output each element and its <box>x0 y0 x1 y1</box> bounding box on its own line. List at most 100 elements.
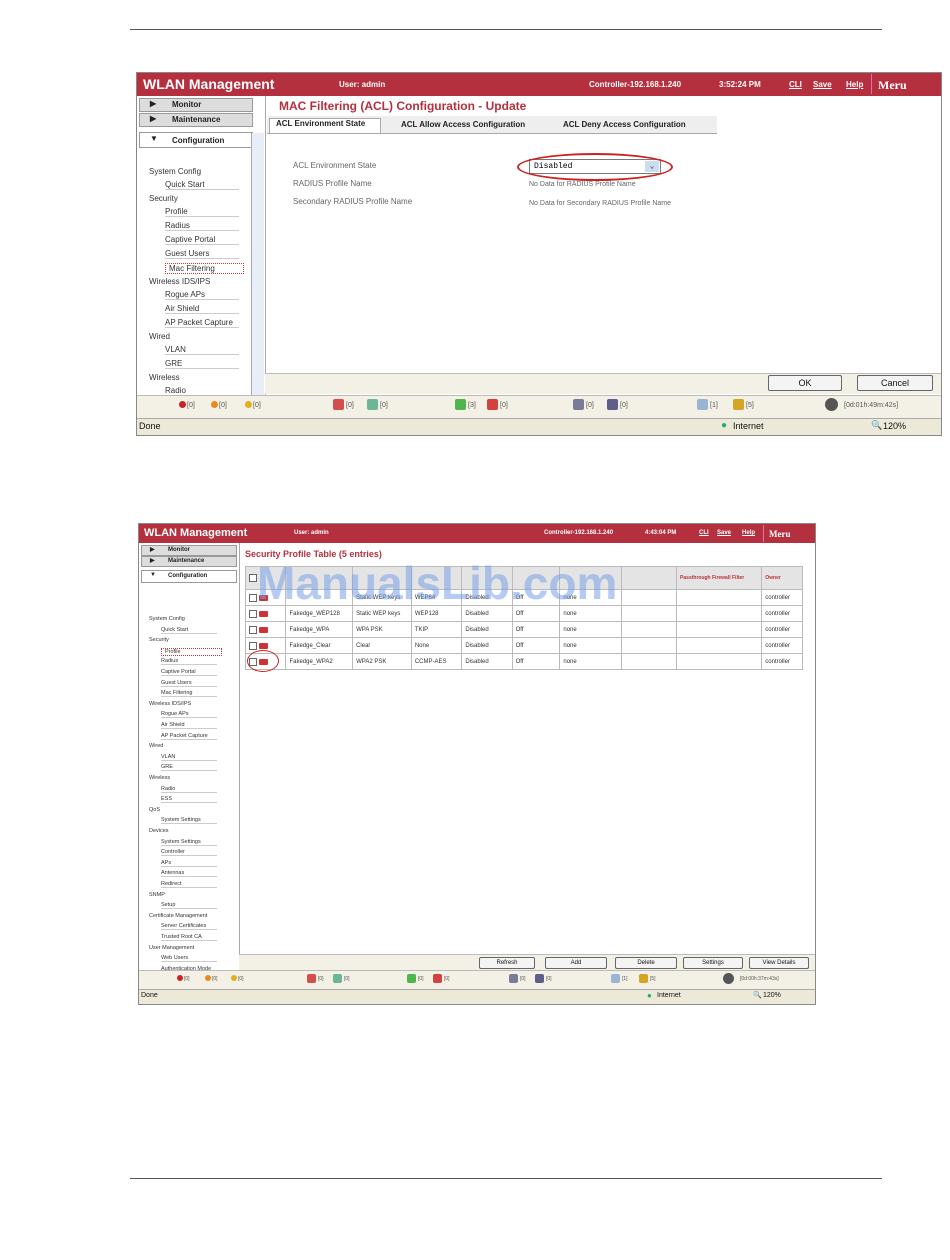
nav-group-snmp[interactable]: SNMP <box>149 892 165 898</box>
sidebar-item-vlan[interactable]: VLAN <box>165 345 239 355</box>
row-checkbox[interactable] <box>249 641 257 650</box>
tab-acl-allow[interactable]: ACL Allow Access Configuration <box>401 120 525 129</box>
profile-icon[interactable] <box>259 642 268 649</box>
nav-group-devices[interactable]: Devices <box>149 828 169 834</box>
sidebar-item-profile[interactable]: Profile <box>165 207 239 217</box>
station-icon[interactable] <box>307 974 316 983</box>
cli-link[interactable]: CLI <box>789 80 802 89</box>
sidebar-item-radius[interactable]: Radius <box>161 658 217 666</box>
nav-monitor[interactable]: ▶ Monitor <box>139 98 253 112</box>
ap-down-icon[interactable] <box>433 974 442 983</box>
nav-monitor[interactable]: ▶ Monitor <box>141 545 237 556</box>
nav-group-security[interactable]: Security <box>149 637 169 643</box>
profile-icon[interactable] <box>259 610 268 617</box>
lock-icon[interactable] <box>639 974 648 983</box>
sidebar-item-quick-start[interactable]: Quick Start <box>165 180 239 190</box>
nav-group-system-config[interactable]: System Config <box>149 616 185 622</box>
nav-group-wireless[interactable]: Wireless <box>149 775 170 781</box>
sidebar-item-controller[interactable]: Controller <box>161 849 217 857</box>
lock-icon[interactable] <box>733 399 744 410</box>
row-checkbox[interactable] <box>249 593 257 602</box>
table-row[interactable]: Fakedge_WPA2 WPA2 PSK CCMP-AES Disabled Off n… <box>244 653 803 670</box>
ok-button[interactable]: OK <box>768 375 842 391</box>
nav-group-qos[interactable]: QoS <box>149 807 160 813</box>
minor-alarm-icon[interactable] <box>231 975 237 981</box>
sidebar-item-guest-users[interactable]: Guest Users <box>161 680 217 687</box>
sidebar-item-captive-portal[interactable]: Captive Portal <box>165 235 239 245</box>
sidebar-item-air-shield[interactable]: Air Shield <box>161 722 217 729</box>
sidebar-item-aps[interactable]: APs <box>161 860 217 867</box>
nav-maintenance[interactable]: ▶ Maintenance <box>139 113 253 127</box>
column-header[interactable]: Owner <box>761 566 803 590</box>
ap-up-icon[interactable] <box>455 399 466 410</box>
sidebar-item-mac-filtering[interactable]: Mac Filtering <box>165 263 244 274</box>
refresh-button[interactable]: Refresh <box>479 957 535 969</box>
phone-icon[interactable] <box>535 974 544 983</box>
ie-zoom[interactable]: 120% <box>883 421 906 431</box>
doc-icon[interactable] <box>611 974 620 983</box>
tab-acl-environment-state[interactable]: ACL Environment State <box>269 118 381 133</box>
nav-group-wired[interactable]: Wired <box>149 743 163 749</box>
settings-button[interactable]: Settings <box>683 957 743 969</box>
view-details-button[interactable]: View Details <box>749 957 809 969</box>
sidebar-item-redirect[interactable]: Redirect <box>161 881 217 888</box>
table-row[interactable]: Fakedge_Clear Clear None Disabled Off none con… <box>244 637 803 654</box>
sidebar-item-vlan[interactable]: VLAN <box>161 754 217 761</box>
help-link[interactable]: Help <box>742 530 755 536</box>
sidebar-item-system-settings[interactable]: System Settings <box>161 817 217 825</box>
tab-acl-deny[interactable]: ACL Deny Access Configuration <box>563 120 686 129</box>
delete-button[interactable]: Delete <box>615 957 677 969</box>
controller-icon[interactable] <box>573 399 584 410</box>
critical-alarm-icon[interactable] <box>177 975 183 981</box>
sidebar-item-mac-filtering[interactable]: Mac Filtering <box>161 690 217 698</box>
nav-group-wireless-ids-ips[interactable]: Wireless IDS/IPS <box>149 277 210 286</box>
ap-up-icon[interactable] <box>407 974 416 983</box>
sidebar-item-radius[interactable]: Radius <box>165 221 239 231</box>
sidebar-item-guest-users[interactable]: Guest Users <box>165 249 239 259</box>
row-checkbox[interactable] <box>249 609 257 618</box>
sidebar-item-web-users[interactable]: Web Users <box>161 955 217 963</box>
sidebar-item-setup[interactable]: Setup <box>161 902 217 910</box>
sidebar-item-ess[interactable]: ESS <box>161 796 217 804</box>
nav-group-wireless[interactable]: Wireless <box>149 373 180 382</box>
nav-group-system-config[interactable]: System Config <box>149 167 201 176</box>
sidebar-item-quick-start[interactable]: Quick Start <box>161 627 217 634</box>
column-header[interactable] <box>620 566 678 590</box>
sidebar-item-air-shield[interactable]: Air Shield <box>165 304 239 314</box>
sidebar-item-captive-portal[interactable]: Captive Portal <box>161 669 217 676</box>
table-row[interactable]: Fakedge_WPA WPA PSK TKIP Disabled Off none con… <box>244 621 803 638</box>
sidebar-item-ap-packet-capture[interactable]: AP Packet Capture <box>161 733 217 740</box>
row-checkbox[interactable] <box>249 625 257 634</box>
profile-icon[interactable] <box>259 626 268 633</box>
sidebar-item-rogue-aps[interactable]: Rogue APs <box>165 290 239 300</box>
add-button[interactable]: Add <box>545 957 607 969</box>
sidebar-item-gre[interactable]: GRE <box>161 764 217 772</box>
cli-link[interactable]: CLI <box>699 530 709 536</box>
nav-group-certificate-management[interactable]: Certificate Management <box>149 913 207 919</box>
sidebar-item-gre[interactable]: GRE <box>165 359 239 369</box>
major-alarm-icon[interactable] <box>205 975 211 981</box>
cancel-button[interactable]: Cancel <box>857 375 933 391</box>
nav-group-security[interactable]: Security <box>149 194 178 203</box>
sidebar-scrollbar[interactable] <box>251 133 264 395</box>
sidebar-item-server-certificates[interactable]: Server Certificates <box>161 923 217 931</box>
sidebar-item-rogue-aps[interactable]: Rogue APs <box>161 711 217 719</box>
ie-zoom[interactable]: 120% <box>763 992 781 999</box>
nav-configuration[interactable]: ▼ Configuration <box>139 132 253 148</box>
nav-group-user-management[interactable]: User Management <box>149 945 194 951</box>
minor-alarm-icon[interactable] <box>245 401 252 408</box>
nav-group-wireless-ids-ips[interactable]: Wireless IDS/IPS <box>149 701 191 707</box>
station-alt-icon[interactable] <box>333 974 342 983</box>
save-link[interactable]: Save <box>717 530 731 536</box>
nav-maintenance[interactable]: ▶ Maintenance <box>141 556 237 567</box>
doc-icon[interactable] <box>697 399 708 410</box>
sidebar-item-system-settings[interactable]: System Settings <box>161 839 217 846</box>
controller-icon[interactable] <box>509 974 518 983</box>
sidebar-item-trusted-root-ca[interactable]: Trusted Root CA <box>161 934 217 941</box>
critical-alarm-icon[interactable] <box>179 401 186 408</box>
phone-icon[interactable] <box>607 399 618 410</box>
sidebar-item-radio[interactable]: Radio <box>161 786 217 793</box>
help-link[interactable]: Help <box>846 80 863 89</box>
ap-down-icon[interactable] <box>487 399 498 410</box>
station-alt-icon[interactable] <box>367 399 378 410</box>
